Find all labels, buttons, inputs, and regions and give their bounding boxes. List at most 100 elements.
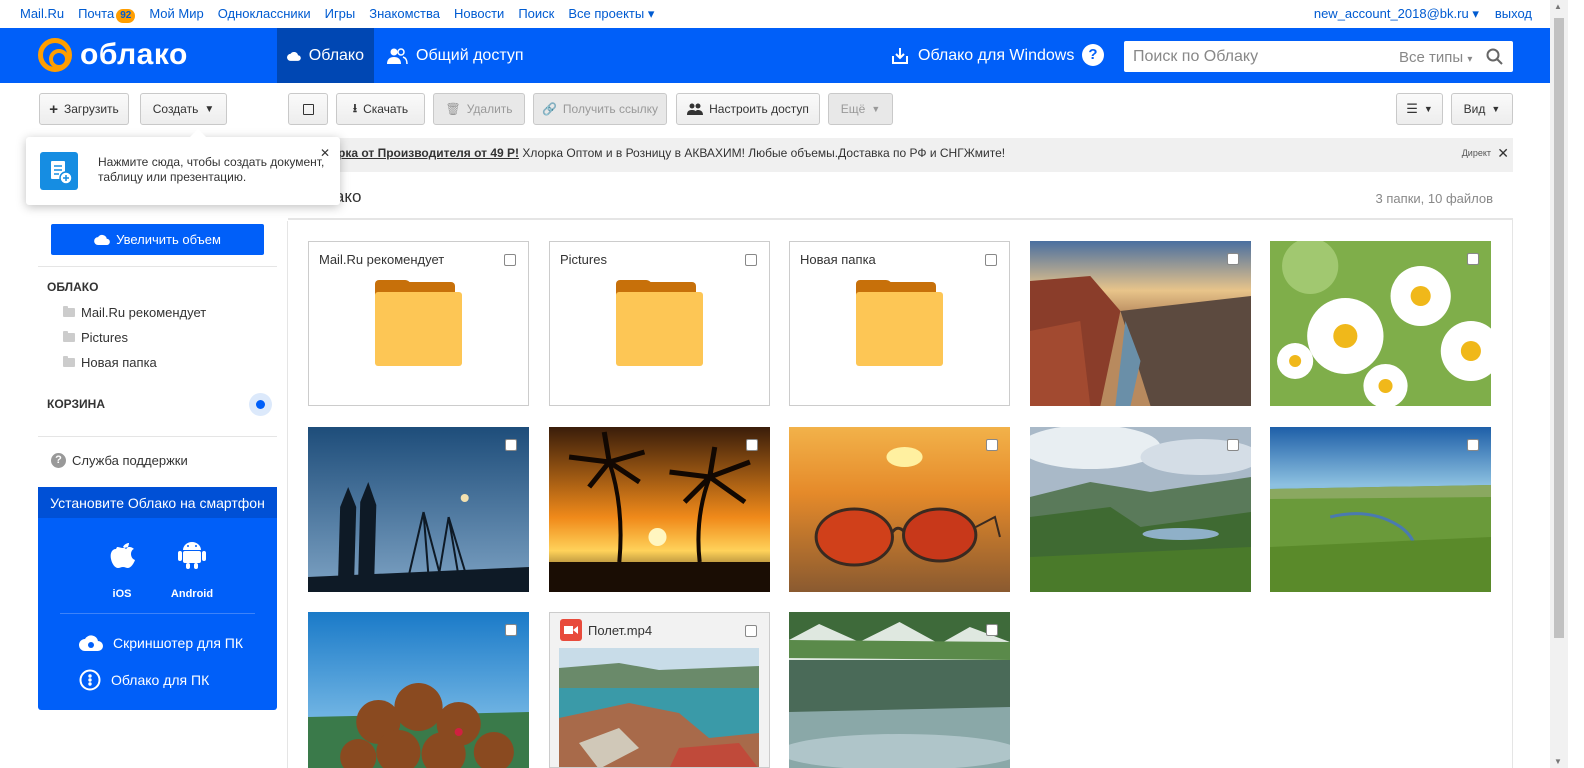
portal-link-ok[interactable]: Одноклассники — [218, 6, 311, 23]
screenshoter-link[interactable]: Скриншотер для ПК — [79, 633, 243, 653]
tile-checkbox[interactable] — [1227, 439, 1239, 451]
scroll-up-icon[interactable]: ▲ — [1554, 2, 1562, 11]
upload-button[interactable]: + Загрузить — [39, 93, 129, 125]
more-button[interactable]: Ещё ▼ — [828, 93, 893, 125]
delete-label: Удалить — [466, 102, 513, 116]
folder-icon — [375, 280, 462, 366]
sort-button[interactable]: ☰ ▼ — [1396, 93, 1443, 125]
tile-checkbox[interactable] — [746, 439, 758, 451]
ios-link[interactable] — [108, 539, 138, 574]
tile-checkbox[interactable] — [505, 439, 517, 451]
app-header: облако Облако Общий доступ Облако для Wi… — [0, 28, 1550, 83]
ad-headline[interactable]: рка от Производителя от 49 Р! — [338, 146, 519, 160]
image-tile[interactable] — [1270, 427, 1491, 592]
coconuts-photo — [308, 612, 529, 768]
link-icon: 🔗 — [541, 102, 557, 116]
tile-checkbox[interactable] — [1467, 253, 1479, 265]
ad-banner[interactable]: рка от Производителя от 49 Р! Хлорка Опт… — [288, 138, 1513, 172]
search-box[interactable]: Поиск по Облаку Все типы ▾ — [1124, 41, 1513, 72]
close-icon[interactable]: ✕ — [1497, 145, 1509, 162]
tile-checkbox[interactable] — [504, 254, 516, 266]
portal-link-all-projects[interactable]: Все проекты ▾ — [568, 6, 654, 23]
page-scrollbar[interactable]: ▲ ▼ — [1550, 0, 1568, 768]
folder-icon — [63, 331, 75, 342]
android-label[interactable]: Android — [169, 588, 215, 600]
portal-link-mailru[interactable]: Mail.Ru — [20, 6, 64, 23]
sidebar-cloud-heading[interactable]: ОБЛАКО — [47, 280, 98, 294]
folder-tile[interactable]: Pictures — [549, 241, 770, 406]
scrollbar-thumb[interactable] — [1554, 18, 1564, 638]
search-type-select[interactable]: Все типы ▾ — [1399, 49, 1472, 66]
get-link-button[interactable]: 🔗 Получить ссылку — [533, 93, 667, 125]
close-icon[interactable]: ✕ — [320, 146, 330, 160]
windows-app-link[interactable]: Облако для Windows — [890, 28, 1074, 83]
pc-app-link[interactable]: Облако для ПК — [79, 669, 209, 691]
download-button[interactable]: ⭳ Скачать — [336, 93, 425, 125]
pc-app-label: Облако для ПК — [111, 672, 210, 688]
tab-shared-access[interactable]: Общий доступ — [376, 28, 534, 83]
sidebar-item-mailru-recommends[interactable]: Mail.Ru рекомендует — [63, 305, 206, 320]
tile-checkbox[interactable] — [986, 439, 998, 451]
sidebar-item-new-folder[interactable]: Новая папка — [63, 355, 157, 370]
create-hint-tooltip: Нажмите сюда, чтобы создать документ, та… — [26, 129, 340, 205]
logo-text: облако — [80, 38, 188, 71]
help-icon[interactable]: ? — [1082, 44, 1104, 66]
sidebar-item-pictures[interactable]: Pictures — [63, 330, 128, 345]
tile-checkbox[interactable] — [1227, 253, 1239, 265]
tile-name: Полет.mp4 — [588, 623, 653, 638]
sidebar-item-label: Pictures — [81, 330, 128, 345]
portal-link-myworld[interactable]: Мой Мир — [149, 6, 203, 23]
folder-icon — [616, 280, 703, 366]
ad-text[interactable]: рка от Производителя от 49 Р! Хлорка Опт… — [338, 146, 1005, 160]
portal-link-mail[interactable]: Почта 92 — [78, 6, 136, 23]
promo-divider — [60, 613, 255, 614]
tile-checkbox[interactable] — [505, 624, 517, 636]
portal-nav: Mail.Ru Почта 92 Мой Мир Одноклассники Иг… — [20, 6, 654, 23]
upgrade-storage-button[interactable]: Увеличить объем — [51, 224, 264, 255]
daisies-photo — [1270, 241, 1491, 406]
all-projects-label: Все проекты — [568, 6, 645, 21]
portal-link-games[interactable]: Игры — [325, 6, 356, 23]
tile-checkbox[interactable] — [745, 625, 757, 637]
logout-link[interactable]: выход — [1495, 6, 1532, 22]
image-tile[interactable] — [1030, 241, 1251, 406]
search-icon[interactable] — [1486, 48, 1503, 65]
portal-link-dating[interactable]: Знакомства — [369, 6, 440, 23]
delete-button[interactable]: 🗑 Удалить — [433, 93, 525, 125]
image-tile[interactable] — [1030, 427, 1251, 592]
image-tile[interactable] — [789, 612, 1010, 768]
create-button[interactable]: Создать ▼ — [140, 93, 227, 125]
setup-access-button[interactable]: Настроить доступ — [676, 93, 820, 125]
tile-checkbox[interactable] — [985, 254, 997, 266]
account-menu[interactable]: new_account_2018@bk.ru ▾ — [1314, 6, 1479, 22]
tile-checkbox[interactable] — [986, 624, 998, 636]
folder-tile[interactable]: Mail.Ru рекомендует — [308, 241, 529, 406]
dot-icon — [256, 400, 265, 409]
cloud-logo[interactable]: облако — [38, 36, 188, 74]
image-tile[interactable] — [789, 427, 1010, 592]
view-button[interactable]: Вид ▼ — [1451, 93, 1513, 125]
upload-label: Загрузить — [63, 102, 119, 116]
download-tray-icon — [892, 47, 908, 64]
sidebar-trash-heading[interactable]: КОРЗИНА — [47, 397, 105, 411]
tile-checkbox[interactable] — [745, 254, 757, 266]
tooltip-text: Нажмите сюда, чтобы создать документ, та… — [98, 155, 325, 184]
portal-link-news[interactable]: Новости — [454, 6, 504, 23]
tile-checkbox[interactable] — [1467, 439, 1479, 451]
image-tile[interactable] — [308, 427, 529, 592]
scroll-down-icon[interactable]: ▼ — [1554, 757, 1562, 766]
video-tile[interactable]: Полет.mp4 — [549, 612, 770, 768]
image-tile[interactable] — [549, 427, 770, 592]
support-link[interactable]: ? Служба поддержки — [51, 453, 188, 468]
search-input[interactable]: Поиск по Облаку — [1133, 48, 1258, 66]
image-tile[interactable] — [308, 612, 529, 768]
android-link[interactable] — [178, 539, 206, 574]
image-tile[interactable] — [1270, 241, 1491, 406]
select-all-button[interactable] — [288, 93, 328, 125]
tab-cloud[interactable]: Облако — [277, 28, 374, 83]
tab-share-label: Общий доступ — [416, 46, 524, 64]
folder-tile[interactable]: Новая папка — [789, 241, 1010, 406]
content-header: лако 3 папки, 10 файлов — [288, 174, 1513, 220]
portal-link-search[interactable]: Поиск — [518, 6, 554, 23]
ios-label[interactable]: iOS — [110, 588, 134, 600]
